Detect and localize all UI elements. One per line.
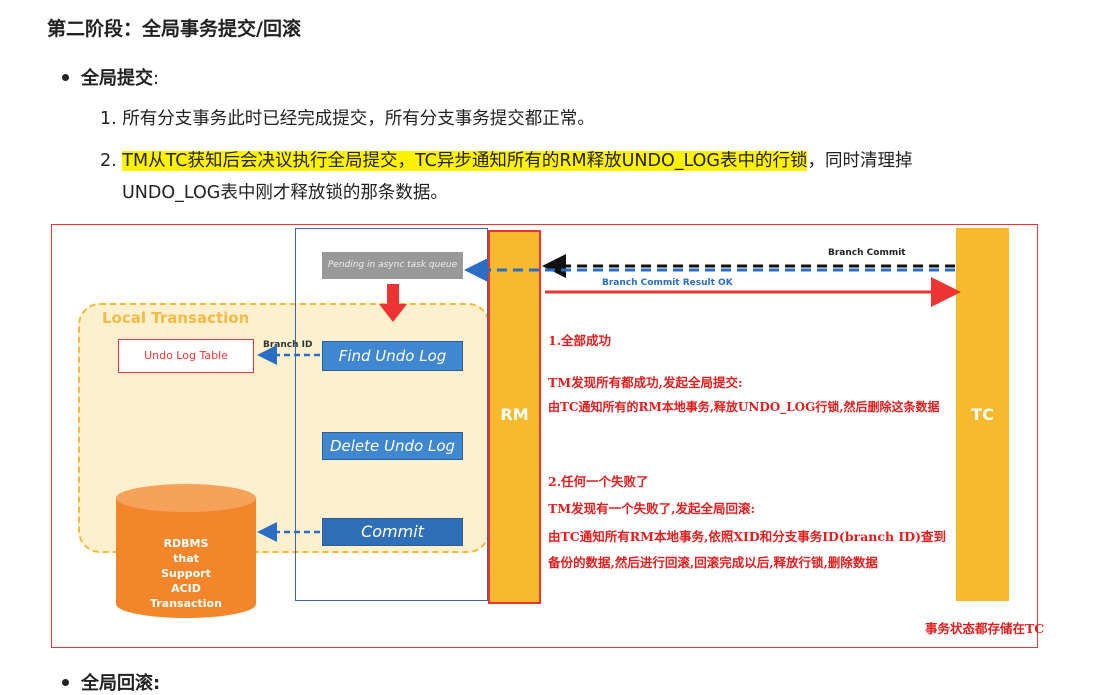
bullet-dot-icon	[62, 678, 69, 686]
note-tm-commit: TM发现所有都成功,发起全局提交:	[548, 375, 743, 390]
note-tc-state: 事务状态都存储在TC	[925, 621, 1045, 636]
branch-commit-label: Branch Commit	[828, 248, 906, 258]
note-any-failed: 2.任何一个失败了	[548, 474, 649, 489]
bullet-global-rollback: 全局回滚:	[62, 669, 160, 695]
note-tm-rollback: TM发现有一个失败了,发起全局回滚:	[548, 501, 756, 516]
note-release-lock: 备份的数据,然后进行回滚,回滚完成以后,释放行锁,删除数据	[548, 555, 878, 570]
bullet-label: 全局回滚:	[81, 673, 161, 694]
note-tc-rollback: 由TC通知所有RM本地事务,依照XID和分支事务ID(branch ID)查到	[548, 529, 946, 544]
note-tc-release: 由TC通知所有的RM本地事务,释放UNDO_LOG行锁,然后删除这条数据	[548, 400, 940, 414]
branch-commit-result-label: Branch Commit Result OK	[602, 278, 733, 288]
note-all-success: 1.全部成功	[548, 333, 612, 348]
red-down-arrow	[379, 284, 407, 322]
